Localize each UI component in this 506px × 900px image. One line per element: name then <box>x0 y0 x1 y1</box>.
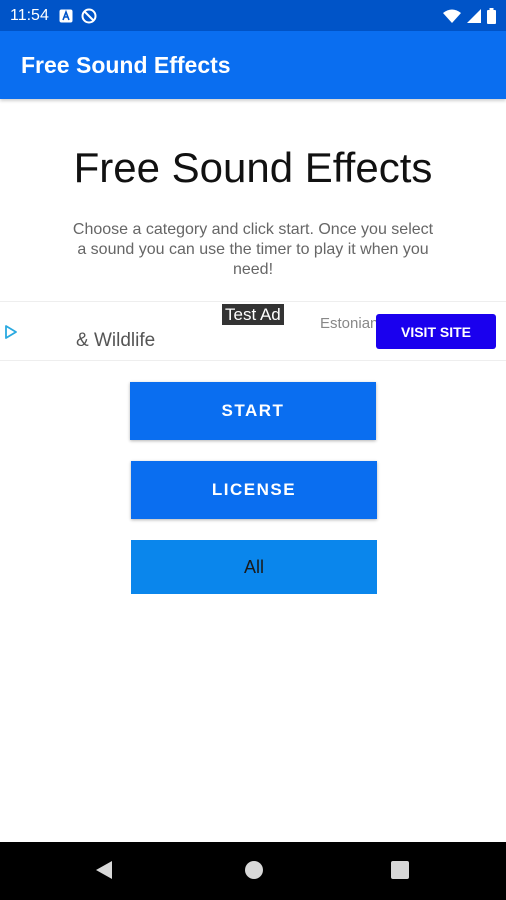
status-left-icons <box>59 8 97 24</box>
recents-icon[interactable] <box>390 859 410 886</box>
dnd-icon <box>81 8 97 23</box>
start-button[interactable]: START <box>130 382 376 440</box>
home-icon[interactable] <box>244 859 264 886</box>
ad-choices-icon[interactable] <box>4 325 18 339</box>
notification-a-icon <box>59 9 73 22</box>
ad-body-text: Estonian and plea <box>320 315 380 332</box>
category-select[interactable]: All <box>131 540 377 594</box>
cellular-signal-icon <box>467 8 481 23</box>
battery-icon <box>487 7 496 24</box>
page-description: Choose a category and click start. Once … <box>72 221 434 278</box>
license-button[interactable]: LICENSE <box>131 461 377 519</box>
back-icon[interactable] <box>94 859 114 886</box>
status-right-icons <box>443 7 496 24</box>
app-title: Free Sound Effects <box>21 51 231 78</box>
ad-test-label: Test Ad <box>222 304 284 325</box>
status-time: 11:54 <box>10 6 49 24</box>
app-bar: Free Sound Effects <box>0 31 506 99</box>
ad-banner[interactable]: & Wildlife Estonian and plea Test Ad VIS… <box>0 301 506 361</box>
wifi-icon <box>443 9 461 23</box>
ad-headline[interactable]: & Wildlife <box>76 330 155 352</box>
page-heading: Free Sound Effects <box>73 144 433 191</box>
ad-visit-site-button[interactable]: VISIT SITE <box>376 314 496 349</box>
navigation-bar <box>0 842 506 900</box>
status-bar: 11:54 <box>0 0 506 31</box>
